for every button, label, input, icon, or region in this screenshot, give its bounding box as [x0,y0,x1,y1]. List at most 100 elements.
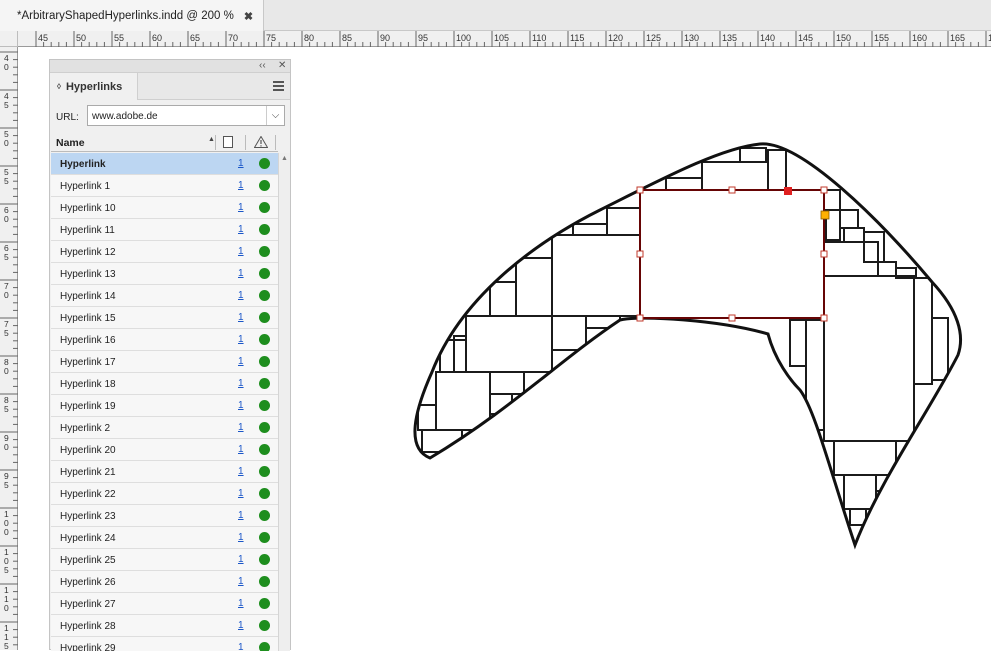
hyperlink-page-link[interactable]: 1 [238,290,244,301]
hyperlink-row[interactable]: Hyperlink 26 1 [51,571,278,593]
column-divider [275,135,276,150]
hyperlink-row[interactable]: Hyperlink 17 1 [51,351,278,373]
hyperlink-row[interactable]: Hyperlink 28 1 [51,615,278,637]
ruler-label: 5 [4,176,9,186]
hyperlink-name: Hyperlink 20 [60,445,116,456]
url-dropdown-icon[interactable]: ⌵ [266,106,284,125]
hyperlink-name: Hyperlink 17 [60,357,116,368]
ruler-label: 0 [4,214,9,224]
hyperlink-page-link[interactable]: 1 [238,378,244,389]
ruler-label: 50 [76,33,86,43]
document-tab[interactable]: *ArbitraryShapedHyperlinks.indd @ 200 % … [0,0,264,32]
hyperlink-page-link[interactable]: 1 [238,554,244,565]
hyperlink-row[interactable]: Hyperlink 23 1 [51,505,278,527]
hyperlink-row[interactable]: Hyperlink 12 1 [51,241,278,263]
status-ok-icon [259,202,270,213]
hyperlink-row[interactable]: Hyperlink 10 1 [51,197,278,219]
status-ok-icon [259,510,270,521]
page-column-icon[interactable] [223,136,233,148]
ruler-label: 160 [912,33,927,43]
ruler-label: 0 [4,366,9,376]
ruler-label: 5 [4,565,9,575]
ruler-label: 0 [4,603,9,613]
hyperlink-row[interactable]: Hyperlink 2 1 [51,417,278,439]
hyperlink-row[interactable]: Hyperlink 25 1 [51,549,278,571]
ruler-label: 5 [4,641,9,650]
hyperlink-name: Hyperlink 28 [60,621,116,632]
hyperlink-row[interactable]: Hyperlink 21 1 [51,461,278,483]
hyperlink-page-link[interactable]: 1 [238,246,244,257]
hyperlink-page-link[interactable]: 1 [238,180,244,191]
close-panel-icon[interactable]: ✕ [278,60,286,72]
horizontal-ruler[interactable]: 45 50 55 60 65 70 75 80 85 90 95 100 105 110 115 120 125… [18,31,991,47]
hyperlink-name: Hyperlink 2 [60,423,111,434]
hyperlink-page-link[interactable]: 1 [238,202,244,213]
vertical-ruler-ticks: 404550556065707580859095100105110115 [0,51,18,650]
status-ok-icon [259,598,270,609]
url-value[interactable]: www.adobe.de [92,111,158,122]
column-divider [215,135,216,150]
status-ok-icon [259,180,270,191]
column-divider [245,135,246,150]
panel-menu-icon[interactable] [273,81,284,91]
hyperlink-row[interactable]: Hyperlink 1 1 [51,175,278,197]
ruler-origin[interactable] [0,31,18,47]
tab-hyperlinks[interactable]: ◊ Hyperlinks [50,73,138,100]
hyperlink-row[interactable]: Hyperlink 27 1 [51,593,278,615]
hyperlink-page-link[interactable]: 1 [238,576,244,587]
hyperlink-list[interactable]: Hyperlink 1 Hyperlink 1 1 Hyperlink 10 1 Hyper… [51,153,278,651]
selected-hyperlink-frame[interactable] [636,186,830,322]
hyperlink-row[interactable]: Hyperlink 15 1 [51,307,278,329]
hyperlink-row[interactable]: Hyperlink 29 1 [51,637,278,651]
status-ok-icon [259,246,270,257]
status-ok-icon [259,400,270,411]
hyperlink-page-link[interactable]: 1 [238,334,244,345]
hyperlink-page-link[interactable]: 1 [238,444,244,455]
hyperlink-row[interactable]: Hyperlink 22 1 [51,483,278,505]
hyperlink-page-link[interactable]: 1 [238,488,244,499]
hyperlink-page-link[interactable]: 1 [238,356,244,367]
panel-header: ◊ Hyperlinks [50,73,290,100]
hyperlink-page-link[interactable]: 1 [238,268,244,279]
sort-ascending-icon[interactable]: ▲ [208,136,215,143]
hyperlink-page-link[interactable]: 1 [238,620,244,631]
hyperlink-row[interactable]: Hyperlink 13 1 [51,263,278,285]
hyperlink-row[interactable]: Hyperlink 14 1 [51,285,278,307]
hyperlinks-panel: ‹‹ ✕ ◊ Hyperlinks URL: www.adobe.de ⌵ Na… [49,59,291,651]
list-column-header[interactable]: Name ▲ [51,133,278,152]
hyperlink-page-link[interactable]: 1 [238,598,244,609]
hyperlink-name: Hyperlink 27 [60,599,116,610]
ruler-label: 125 [646,33,661,43]
hyperlink-page-link[interactable]: 1 [238,158,244,169]
warning-column-icon[interactable] [254,136,268,148]
hyperlink-page-link[interactable]: 1 [238,422,244,433]
hyperlink-page-link[interactable]: 1 [238,532,244,543]
hyperlink-page-link[interactable]: 1 [238,466,244,477]
ruler-label: 95 [418,33,428,43]
status-ok-icon [259,334,270,345]
url-field[interactable]: www.adobe.de ⌵ [87,105,285,126]
hyperlink-row[interactable]: Hyperlink 20 1 [51,439,278,461]
close-tab-icon[interactable]: ✖ [244,10,253,23]
hyperlink-page-link[interactable]: 1 [238,312,244,323]
list-scrollbar[interactable]: ▲ [278,153,290,651]
hyperlink-page-link[interactable]: 1 [238,224,244,235]
out-port-handle[interactable] [820,210,830,220]
hyperlink-name: Hyperlink [60,159,106,170]
in-port-handle[interactable] [784,187,792,195]
hyperlink-row[interactable]: Hyperlink 11 1 [51,219,278,241]
hyperlink-row[interactable]: Hyperlink 24 1 [51,527,278,549]
scroll-up-icon[interactable]: ▲ [281,155,288,162]
collapse-panel-icon[interactable]: ‹‹ [259,60,266,72]
hyperlink-row[interactable]: Hyperlink 16 1 [51,329,278,351]
column-name-label[interactable]: Name [56,137,85,149]
vertical-ruler[interactable]: 404550556065707580859095100105110115 [0,47,18,650]
ruler-label: 90 [380,33,390,43]
hyperlink-row[interactable]: Hyperlink 1 [51,153,278,175]
panel-toggle-icon[interactable]: ◊ [57,82,61,91]
hyperlink-row[interactable]: Hyperlink 18 1 [51,373,278,395]
panel-title-strip[interactable]: ‹‹ ✕ [50,60,290,73]
hyperlink-page-link[interactable]: 1 [238,510,244,521]
hyperlink-page-link[interactable]: 1 [238,400,244,411]
hyperlink-row[interactable]: Hyperlink 19 1 [51,395,278,417]
